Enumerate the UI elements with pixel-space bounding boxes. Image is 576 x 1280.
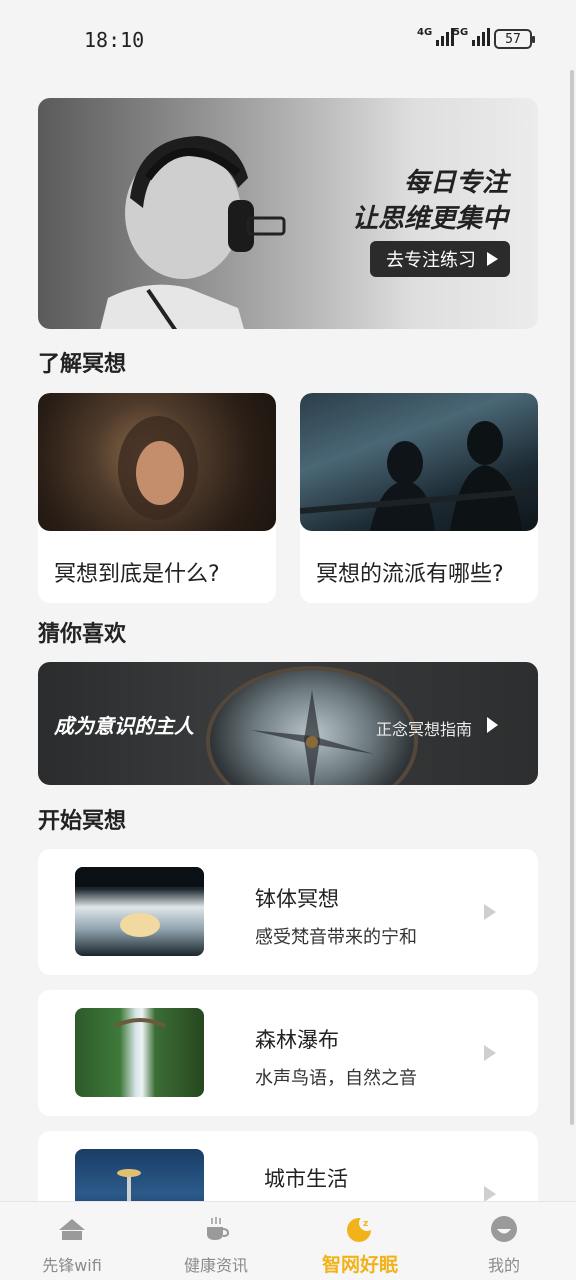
scrollbar[interactable] (570, 70, 574, 1125)
tab-label: 先锋wifi (42, 1256, 102, 1275)
tab-sleep[interactable]: z 智网好眠 (288, 1202, 432, 1280)
section-title-learn: 了解冥想 (38, 352, 127, 377)
banner-title: 成为意识的主人 (54, 714, 194, 738)
hero-title-line2: 让思维更集中 (351, 204, 508, 234)
learn-card-what-is-meditation[interactable]: 冥想到底是什么? (38, 393, 276, 603)
mindfulness-guide-banner[interactable]: 成为意识的主人 正念冥想指南 (38, 662, 538, 785)
section-title-recommend: 猜你喜欢 (38, 622, 127, 647)
meditation-thumbnail (75, 867, 204, 956)
play-arrow-icon[interactable] (484, 1186, 496, 1202)
section-title-start: 开始冥想 (38, 809, 127, 834)
moon-sleep-icon: z (347, 1215, 375, 1242)
signal-4g-icon: 4G (417, 28, 455, 46)
svg-text:z: z (363, 1219, 368, 1229)
headphone-man-image (100, 136, 286, 329)
play-arrow-icon (487, 717, 498, 733)
hero-title-line1: 每日专注 (403, 168, 508, 198)
battery-icon: 57 (494, 29, 535, 49)
focus-practice-button-label: 去专注练习 (386, 250, 476, 271)
profile-icon (491, 1216, 517, 1242)
status-time: 18:10 (84, 28, 145, 52)
meditation-name: 钵体冥想 (255, 887, 339, 911)
meditation-name: 城市生活 (264, 1167, 348, 1191)
signal-5g-icon: 5G (453, 28, 491, 46)
tab-health-news[interactable]: 健康资讯 (144, 1202, 288, 1280)
play-arrow-icon (487, 252, 498, 266)
tab-wifi[interactable]: 先锋wifi (0, 1202, 144, 1280)
bottom-tab-bar: 先锋wifi 健康资讯 z 智网好眠 我的 (0, 1201, 576, 1280)
meditation-item[interactable]: 钵体冥想 感受梵音带来的宁和 (38, 849, 538, 975)
play-arrow-icon[interactable] (484, 904, 496, 920)
mindfulness-guide-link[interactable]: 正念冥想指南 (376, 716, 472, 740)
learn-card-meditation-schools[interactable]: 冥想的流派有哪些? (300, 393, 538, 603)
learn-card-image (38, 393, 276, 531)
meditation-item[interactable]: 森林瀑布 水声鸟语，自然之音 (38, 990, 538, 1116)
meditation-name: 森林瀑布 (255, 1028, 339, 1052)
meditation-desc: 水声鸟语，自然之音 (255, 1068, 417, 1089)
focus-hero-banner[interactable]: 每日专注 让思维更集中 去专注练习 (38, 98, 538, 329)
tab-label: 健康资讯 (183, 1256, 248, 1275)
learn-card-label: 冥想的流派有哪些? (316, 562, 504, 587)
battery-level: 57 (505, 31, 521, 47)
meditation-desc: 感受梵音带来的宁和 (255, 927, 417, 948)
tab-label: 智网好眠 (321, 1254, 398, 1276)
tab-label: 我的 (487, 1256, 520, 1275)
focus-practice-button[interactable]: 去专注练习 (370, 241, 510, 277)
coffee-cup-icon (207, 1217, 230, 1240)
tab-profile[interactable]: 我的 (432, 1202, 576, 1280)
learn-card-label: 冥想到底是什么? (54, 562, 220, 587)
status-bar: 18:10 4G 5G 57 (0, 0, 576, 80)
learn-card-image (300, 393, 538, 531)
play-arrow-icon[interactable] (484, 1045, 496, 1061)
wifi-home-icon (59, 1219, 85, 1240)
meditation-thumbnail (75, 1008, 204, 1097)
